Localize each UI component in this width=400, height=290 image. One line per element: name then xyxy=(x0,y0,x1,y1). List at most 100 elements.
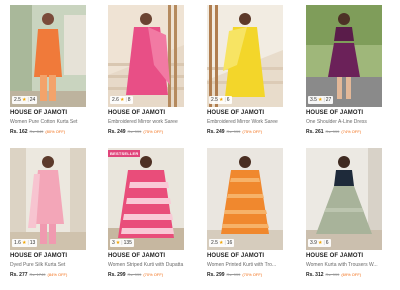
price-row: Rs. 299 Rs. 999 (70% OFF) xyxy=(108,272,163,278)
brand-name: HOUSE OF JAMOTI xyxy=(207,253,265,259)
discount: (70% OFF) xyxy=(242,272,263,277)
discount: (74% OFF) xyxy=(341,129,362,134)
rating-badge: 2.5 ★ | 24 xyxy=(12,96,38,104)
rating-badge: 3.5 ★ | 27 xyxy=(308,96,334,104)
rating-value: 3.9 xyxy=(310,240,317,246)
rating-badge: 1.6 ★ | 13 xyxy=(12,239,38,247)
discount: (80% OFF) xyxy=(45,129,66,134)
product-photo-placeholder xyxy=(207,148,283,250)
review-count: 135 xyxy=(123,240,132,246)
review-count: 16 xyxy=(226,240,233,246)
product-photo-placeholder xyxy=(207,5,283,107)
product-card[interactable]: 1.6 ★ | 13 HOUSE OF JAMOTI Dyed Pure Sil… xyxy=(10,148,86,286)
star-icon: ★ xyxy=(115,240,121,246)
price: Rs. 249 xyxy=(108,129,126,135)
product-card[interactable]: 2.5 ★ | 24 HOUSE OF JAMOTI Women Pure Co… xyxy=(10,5,86,143)
product-card[interactable]: 3.9 ★ | 6 HOUSE OF JAMOTI Women Kurta wi… xyxy=(306,148,382,286)
brand-name: HOUSE OF JAMOTI xyxy=(108,253,166,259)
review-count: 8 xyxy=(127,97,131,103)
mrp: Rs. 1749 xyxy=(29,272,46,277)
rating-value: 2.5 xyxy=(211,97,218,103)
price: Rs. 299 xyxy=(207,272,225,278)
mrp: Rs. 999 xyxy=(226,272,241,277)
rating-value: 2.6 xyxy=(112,97,119,103)
rating-badge: 3 ★ | 135 xyxy=(110,239,134,247)
product-photo-placeholder xyxy=(10,5,86,107)
brand-name: HOUSE OF JAMOTI xyxy=(10,253,68,259)
price-row: Rs. 162 Rs. 849 (80% OFF) xyxy=(10,129,65,135)
price-row: Rs. 249 Rs. 999 (75% OFF) xyxy=(108,129,163,135)
product-photo-placeholder xyxy=(306,5,382,107)
discount: (69% OFF) xyxy=(341,272,362,277)
star-icon: ★ xyxy=(21,97,27,103)
discount: (84% OFF) xyxy=(47,272,68,277)
rating-badge: 3.9 ★ | 6 xyxy=(308,239,331,247)
product-photo-placeholder xyxy=(108,5,184,107)
mrp: Rs. 999 xyxy=(226,129,241,134)
product-image[interactable]: 2.6 ★ | 8 xyxy=(108,5,184,107)
brand-name: HOUSE OF JAMOTI xyxy=(10,110,68,116)
price: Rs. 162 xyxy=(10,129,28,135)
product-card[interactable]: 2.6 ★ | 8 HOUSE OF JAMOTI Embroidered Mi… xyxy=(108,5,184,143)
price: Rs. 261 xyxy=(306,129,324,135)
product-image[interactable]: 3.5 ★ | 27 xyxy=(306,5,382,107)
product-title: One Shoulder A-Line Dress xyxy=(306,119,367,125)
mrp: Rs. 849 xyxy=(29,129,44,134)
mrp: Rs. 999 xyxy=(325,272,340,277)
product-image[interactable]: 2.5 ★ | 6 xyxy=(207,5,283,107)
rating-badge: 2.5 ★ | 6 xyxy=(209,96,232,104)
price-row: Rs. 249 Rs. 999 (75% OFF) xyxy=(207,129,262,135)
product-image[interactable]: 1.6 ★ | 13 xyxy=(10,148,86,250)
product-image[interactable]: 2.5 ★ | 24 xyxy=(10,5,86,107)
price-row: Rs. 261 Rs. 999 (74% OFF) xyxy=(306,129,361,135)
rating-value: 2.5 xyxy=(14,97,21,103)
star-icon: ★ xyxy=(21,240,27,246)
brand-name: HOUSE OF JAMOTI xyxy=(306,253,364,259)
price: Rs. 299 xyxy=(108,272,126,278)
product-photo-placeholder xyxy=(10,148,86,250)
brand-name: HOUSE OF JAMOTI xyxy=(207,110,265,116)
star-icon: ★ xyxy=(317,240,323,246)
product-image[interactable]: 3.9 ★ | 6 xyxy=(306,148,382,250)
price-row: Rs. 299 Rs. 999 (70% OFF) xyxy=(207,272,262,278)
price: Rs. 312 xyxy=(306,272,324,278)
product-image[interactable]: BESTSELLER 3 ★ | 135 xyxy=(108,148,184,250)
bestseller-tag: BESTSELLER xyxy=(108,150,141,157)
review-count: 27 xyxy=(325,97,332,103)
price: Rs. 277 xyxy=(10,272,28,278)
product-title: Embroidered Mirror Work Saree xyxy=(207,119,278,125)
brand-name: HOUSE OF JAMOTI xyxy=(306,110,364,116)
product-title: Women Striped Kurti with Dupatta xyxy=(108,262,184,268)
review-count: 24 xyxy=(29,97,36,103)
price-row: Rs. 277 Rs. 1749 (84% OFF) xyxy=(10,272,67,278)
star-icon: ★ xyxy=(317,97,323,103)
review-count: 13 xyxy=(29,240,36,246)
discount: (75% OFF) xyxy=(143,129,164,134)
product-title: Women Printed Kurti with Tro... xyxy=(207,262,277,268)
product-photo-placeholder xyxy=(108,148,184,250)
rating-badge: 2.6 ★ | 8 xyxy=(110,96,133,104)
product-title: Women Pure Cotton Kurta Set xyxy=(10,119,78,125)
mrp: Rs. 999 xyxy=(325,129,340,134)
product-card[interactable]: 3.5 ★ | 27 HOUSE OF JAMOTI One Shoulder … xyxy=(306,5,382,143)
rating-value: 3.5 xyxy=(310,97,317,103)
review-count: 6 xyxy=(325,240,329,246)
product-card[interactable]: BESTSELLER 3 ★ | 135 HOUSE OF JAMOTI Wom… xyxy=(108,148,184,286)
rating-badge: 2.5 ★ | 16 xyxy=(209,239,235,247)
discount: (70% OFF) xyxy=(143,272,164,277)
product-image[interactable]: 2.5 ★ | 16 xyxy=(207,148,283,250)
star-icon: ★ xyxy=(218,240,224,246)
star-icon: ★ xyxy=(119,97,125,103)
mrp: Rs. 999 xyxy=(127,272,142,277)
product-card[interactable]: 2.5 ★ | 6 HOUSE OF JAMOTI Embroidered Mi… xyxy=(207,5,283,143)
rating-value: 3 xyxy=(112,240,115,246)
review-count: 6 xyxy=(226,97,230,103)
product-title: Embroidered Mirror work Saree xyxy=(108,119,178,125)
discount: (75% OFF) xyxy=(242,129,263,134)
product-title: Dyed Pure Silk Kurta Set xyxy=(10,262,66,268)
rating-value: 2.5 xyxy=(211,240,218,246)
mrp: Rs. 999 xyxy=(127,129,142,134)
product-card[interactable]: 2.5 ★ | 16 HOUSE OF JAMOTI Women Printed… xyxy=(207,148,283,286)
price: Rs. 249 xyxy=(207,129,225,135)
product-photo-placeholder xyxy=(306,148,382,250)
